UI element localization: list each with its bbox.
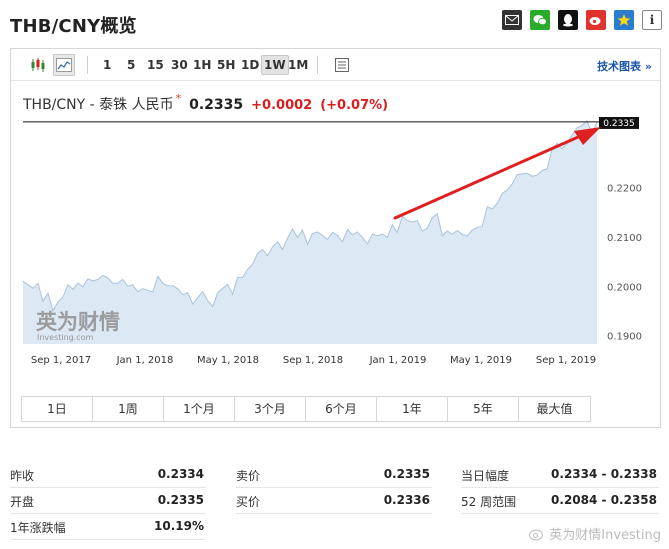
y-tick-label: 0.2000 [607, 282, 642, 293]
range-1d[interactable]: 1日 [22, 397, 93, 421]
y-tick-label: 0.1900 [607, 332, 642, 343]
area-chart-icon[interactable] [53, 54, 75, 76]
x-tick-label: Jan 1, 2019 [369, 355, 427, 366]
price-chart[interactable]: 0.2335 0.2200 0.2100 0.2000 0.1900 Sep 1, 201… [11, 117, 662, 373]
range-3m[interactable]: 3个月 [235, 397, 306, 421]
stat-52w-range: 52 周范围 0.2084 - 0.2358 [461, 488, 659, 514]
chart-widget: 1 5 15 30 1H 5H 1D 1W 1M 技术图表 » THB/CNY … [10, 48, 661, 428]
wechat-share-icon[interactable] [530, 10, 550, 30]
qq-share-icon[interactable] [558, 10, 578, 30]
x-tick-label: May 1, 2019 [450, 355, 512, 366]
interval-1d[interactable]: 1D [239, 55, 261, 75]
interval-1m[interactable]: 1M [286, 55, 310, 75]
range-5y[interactable]: 5年 [448, 397, 519, 421]
price-change-percent: (+0.07%) [320, 98, 389, 113]
interval-1w[interactable]: 1W [261, 55, 289, 75]
x-tick-label: Jan 1, 2018 [116, 355, 174, 366]
candlestick-icon[interactable] [27, 54, 49, 76]
weibo-share-icon[interactable] [586, 10, 606, 30]
watermark: 英为财情Investing [529, 524, 661, 543]
qzone-share-icon[interactable] [614, 10, 634, 30]
stats-column-2: 卖价 0.2335 买价 0.2336 [236, 462, 432, 514]
range-1w[interactable]: 1周 [93, 397, 164, 421]
investing-logo-subtext: Investing.com [37, 333, 94, 342]
watermark-text: 英为财情Investing [549, 528, 661, 543]
quote-header: THB/CNY - 泰铢 人民币 * 0.2335 +0.0002 (+0.07… [23, 92, 389, 114]
range-max[interactable]: 最大值 [519, 397, 590, 421]
y-tick-label: 0.2100 [607, 233, 642, 244]
share-bar: i [502, 10, 662, 30]
stat-open: 开盘 0.2335 [10, 488, 206, 514]
page-title: THB/CNY概览 [10, 16, 137, 37]
interval-5[interactable]: 5 [125, 55, 137, 75]
stat-prev-close: 昨收 0.2334 [10, 462, 206, 488]
stat-day-range: 当日幅度 0.2334 - 0.2338 [461, 462, 659, 488]
range-6m[interactable]: 6个月 [306, 397, 377, 421]
technical-chart-link[interactable]: 技术图表 » [597, 58, 652, 74]
stats-column-1: 昨收 0.2334 开盘 0.2335 1年涨跌幅 10.19% [10, 462, 206, 540]
chart-toolbar: 1 5 15 30 1H 5H 1D 1W 1M 技术图表 » [11, 49, 660, 81]
last-price: 0.2335 [189, 97, 244, 113]
weibo-watermark-icon [529, 529, 544, 540]
toolbar-divider [87, 56, 88, 74]
interval-1[interactable]: 1 [101, 55, 113, 75]
interval-1h[interactable]: 1H [191, 55, 213, 75]
stat-1y-change: 1年涨跌幅 10.19% [10, 514, 206, 540]
x-tick-label: Sep 1, 2018 [283, 355, 343, 366]
x-tick-label: Sep 1, 2019 [536, 355, 596, 366]
toolbar-divider [317, 56, 318, 74]
range-1y[interactable]: 1年 [377, 397, 448, 421]
stats-column-3: 当日幅度 0.2334 - 0.2338 52 周范围 0.2084 - 0.2… [461, 462, 659, 514]
page-header: THB/CNY概览 i [10, 6, 662, 38]
email-share-icon[interactable] [502, 10, 522, 30]
y-tick-label: 0.2200 [607, 184, 642, 195]
investing-logo-text: 英为财情 [36, 310, 120, 334]
interval-5h[interactable]: 5H [215, 55, 237, 75]
interval-30[interactable]: 30 [169, 55, 190, 75]
stat-ask: 卖价 0.2335 [236, 462, 432, 488]
info-icon[interactable]: i [642, 10, 662, 30]
pair-name: THB/CNY - 泰铢 人民币 [23, 97, 174, 113]
delayed-star: * [175, 92, 182, 105]
stat-bid: 买价 0.2336 [236, 488, 432, 514]
interval-15[interactable]: 15 [145, 55, 166, 75]
x-tick-label: May 1, 2018 [197, 355, 259, 366]
data-table-icon[interactable] [331, 54, 353, 76]
range-1m[interactable]: 1个月 [164, 397, 235, 421]
last-price-tag-label: 0.2335 [603, 119, 635, 129]
x-tick-label: Sep 1, 2017 [31, 355, 91, 366]
price-change: +0.0002 [251, 98, 313, 113]
range-selector: 1日 1周 1个月 3个月 6个月 1年 5年 最大值 [21, 396, 591, 422]
